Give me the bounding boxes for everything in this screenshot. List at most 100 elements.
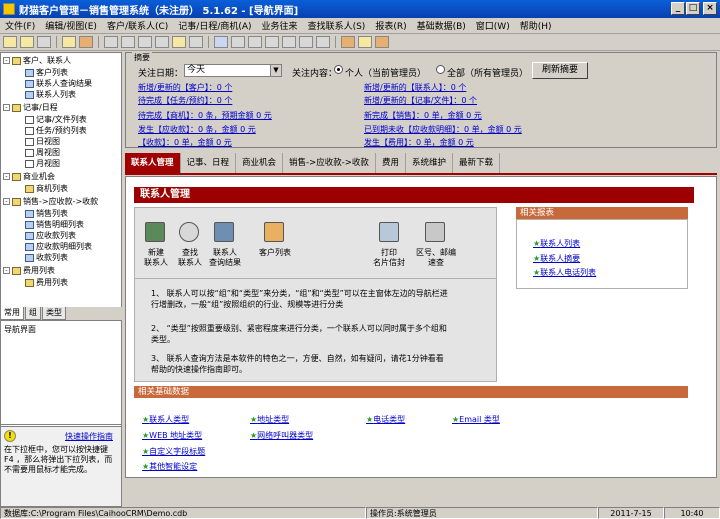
basic-data-box: ★联系人类型 ★地址类型 ★电话类型 ★Email 类型 ★WEB 地址类型 ★… xyxy=(134,398,688,476)
open-icon[interactable] xyxy=(3,36,17,48)
grid-icon[interactable] xyxy=(316,36,330,48)
summary-link[interactable]: 【收款】：0 单，金额 0 元 xyxy=(138,137,232,148)
menu-notes[interactable]: 记事/日程/商机(A) xyxy=(173,19,256,32)
menu-window[interactable]: 窗口(W) xyxy=(471,19,515,32)
printer-icon[interactable] xyxy=(379,222,399,242)
radio-personal[interactable] xyxy=(334,65,343,74)
menu-business[interactable]: 业务往来 xyxy=(257,19,303,32)
tree-item[interactable]: 日视图 xyxy=(25,136,60,147)
menu-reports[interactable]: 报表(R) xyxy=(370,19,411,32)
refresh-icon[interactable] xyxy=(299,36,313,48)
basic-data-link[interactable]: ★WEB 地址类型 xyxy=(142,430,202,441)
tree-item[interactable]: 应收款明细列表 xyxy=(25,241,92,252)
maximize-button[interactable]: □ xyxy=(686,2,700,15)
tree-group-opportunities[interactable]: - 商业机会 xyxy=(3,171,55,182)
contacts-icon[interactable] xyxy=(62,36,76,48)
chart-icon[interactable] xyxy=(341,36,355,48)
menu-find[interactable]: 查找联系人(S) xyxy=(303,19,371,32)
tree-group-expenses[interactable]: - 费用列表 xyxy=(3,265,55,276)
new-contact-icon[interactable] xyxy=(145,222,165,242)
tab-expenses[interactable]: 费用 xyxy=(376,153,406,173)
tab-downloads[interactable]: 最新下载 xyxy=(453,153,500,173)
customer-list-icon[interactable] xyxy=(264,222,284,242)
tab-sales[interactable]: 销售->应收款->收款 xyxy=(283,153,376,173)
save-icon[interactable] xyxy=(214,36,228,48)
summary-link[interactable]: 发生【应收款】：0 条，金额 0 元 xyxy=(138,124,256,135)
menu-basic-data[interactable]: 基础数据(B) xyxy=(412,19,471,32)
query-results-icon[interactable] xyxy=(214,222,234,242)
tree-item[interactable]: 客户列表 xyxy=(25,67,68,78)
summary-link[interactable]: 发生【费用】：0 单，金额 0 元 xyxy=(364,137,474,148)
gift-icon[interactable] xyxy=(375,36,389,48)
tree-item[interactable]: 周视图 xyxy=(25,147,60,158)
new-icon[interactable] xyxy=(231,36,245,48)
back-icon[interactable] xyxy=(104,36,118,48)
tree-group-sales[interactable]: - 销售->应收款->收款 xyxy=(3,196,98,207)
summary-link[interactable]: 新增/更新的【客户】：0 个 xyxy=(138,82,232,93)
summary-link[interactable]: 新完成【销售】：0 单，金额 0 元 xyxy=(364,110,482,121)
tree-item[interactable]: 商机列表 xyxy=(25,183,68,194)
tab-group[interactable]: 组 xyxy=(25,307,41,320)
basic-data-link[interactable]: ★自定义字段标题 xyxy=(142,446,205,457)
tree-item[interactable]: 销售明细列表 xyxy=(25,219,84,230)
tab-opportunities[interactable]: 商业机会 xyxy=(236,153,284,173)
add-icon[interactable] xyxy=(248,36,262,48)
menu-file[interactable]: 文件(F) xyxy=(0,19,40,32)
menu-help[interactable]: 帮助(H) xyxy=(515,19,557,32)
report-link[interactable]: ★联系人列表 xyxy=(533,238,580,249)
close-button[interactable]: × xyxy=(703,2,717,15)
tab-notes-schedule[interactable]: 记事、日程 xyxy=(181,153,237,173)
tree-item[interactable]: 费用列表 xyxy=(25,277,68,288)
copy-icon[interactable] xyxy=(282,36,296,48)
basic-data-link[interactable]: ★其他智能设定 xyxy=(142,461,197,472)
tree-group-customers[interactable]: - 客户、联系人 xyxy=(3,55,71,66)
tree-item[interactable]: 联系人列表 xyxy=(25,89,76,100)
tab-maintenance[interactable]: 系统维护 xyxy=(406,153,453,173)
nav-list: 导航界面 xyxy=(0,320,122,425)
summary-link[interactable]: 待完成【商机】：0 条，预期金额 0 元 xyxy=(138,110,272,121)
tree-item[interactable]: 应收款列表 xyxy=(25,230,76,241)
basic-data-link[interactable]: ★网络呼叫器类型 xyxy=(250,430,313,441)
folder-icon[interactable] xyxy=(20,36,34,48)
basic-data-link[interactable]: ★电话类型 xyxy=(366,414,405,425)
report-link[interactable]: ★联系人摘要 xyxy=(533,253,580,264)
tree-item[interactable]: 销售列表 xyxy=(25,208,68,219)
report-link[interactable]: ★联系人电话列表 xyxy=(533,267,596,278)
refresh-summary-button[interactable]: 刷新摘要 xyxy=(532,62,588,79)
tree-item[interactable]: 记事/文件列表 xyxy=(25,114,87,125)
basic-data-link[interactable]: ★地址类型 xyxy=(250,414,289,425)
forward-icon[interactable] xyxy=(121,36,135,48)
radio-all[interactable] xyxy=(436,65,445,74)
basic-data-link[interactable]: ★Email 类型 xyxy=(452,414,500,425)
minimize-button[interactable]: _ xyxy=(671,2,685,15)
delete-icon[interactable] xyxy=(265,36,279,48)
car-icon[interactable] xyxy=(79,36,93,48)
menu-contacts[interactable]: 客户/联系人(C) xyxy=(102,19,173,32)
tree-item[interactable]: 联系人查询结果 xyxy=(25,78,92,89)
summary-link[interactable]: 已到期未收【应收款明细】：0 单，金额 0 元 xyxy=(364,124,522,135)
basic-data-link[interactable]: ★联系人类型 xyxy=(142,414,189,425)
menu-edit[interactable]: 编辑/视图(E) xyxy=(40,19,102,32)
summary-link[interactable]: 待完成【任务/预约】：0 个 xyxy=(138,95,232,106)
quick-guide-link[interactable]: 快速操作指南 xyxy=(65,431,113,442)
first-icon[interactable] xyxy=(138,36,152,48)
tree-item[interactable]: 任务/预约列表 xyxy=(25,125,87,136)
summary-link[interactable]: 新增/更新的【联系人】：0 个 xyxy=(364,82,466,93)
nav-item[interactable]: 导航界面 xyxy=(4,325,36,334)
document-icon[interactable] xyxy=(189,36,203,48)
tree-item[interactable]: 收款列表 xyxy=(25,252,68,263)
tree-group-notes[interactable]: - 记事/日程 xyxy=(3,102,58,113)
search-contact-icon[interactable] xyxy=(179,222,199,242)
last-icon[interactable] xyxy=(155,36,169,48)
date-select[interactable]: 今天 ▼ xyxy=(184,64,282,77)
search-icon[interactable] xyxy=(37,36,51,48)
tree-item[interactable]: 月视图 xyxy=(25,158,60,169)
tab-common[interactable]: 常用 xyxy=(0,307,24,320)
note-icon[interactable] xyxy=(358,36,372,48)
related-reports-box: ★联系人列表 ★联系人摘要 ★联系人电话列表 xyxy=(516,219,688,289)
postcode-icon[interactable] xyxy=(425,222,445,242)
tab-contact-management[interactable]: 联系人管理 xyxy=(125,153,181,173)
summary-link[interactable]: 新增/更新的【记事/文件】：0 个 xyxy=(364,95,477,106)
open-folder-icon[interactable] xyxy=(172,36,186,48)
tab-type[interactable]: 类型 xyxy=(42,307,66,320)
